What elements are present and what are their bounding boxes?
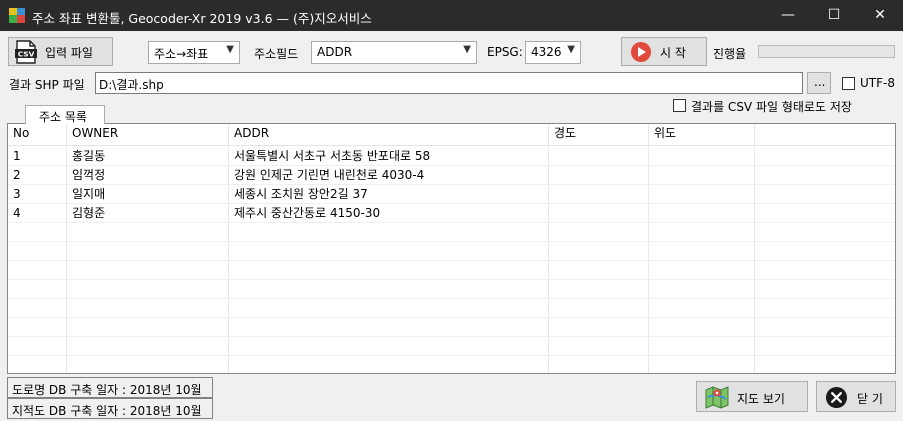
epsg-label: EPSG: (487, 45, 523, 59)
shp-path-input[interactable]: D:\결과.shp (95, 72, 803, 94)
cadastral-db-date: 지적도 DB 구축 일자 : 2018년 10월 (12, 404, 202, 418)
epsg-value: 4326 (531, 45, 562, 59)
play-icon (631, 42, 651, 62)
cell-owner: 임꺽정 (67, 166, 229, 184)
column-header-latitude[interactable]: 위도 (649, 124, 755, 145)
empty-row (8, 356, 895, 373)
cell-addr: 서울특별시 서초구 서초동 반포대로 58 (229, 147, 549, 165)
table-row[interactable]: 3 일지매 세종시 조치원 장안2길 37 (8, 185, 895, 204)
empty-row (8, 223, 895, 242)
address-field-select[interactable]: ADDR ▼ (311, 41, 477, 64)
cell-addr: 강원 인제군 기린면 내린천로 4030-4 (229, 166, 549, 184)
cell-owner: 김형준 (67, 204, 229, 222)
cell-no: 1 (8, 147, 67, 165)
map-view-button[interactable]: 지도 보기 (696, 381, 808, 412)
utf8-checkbox[interactable] (842, 77, 855, 90)
shp-path-value: D:\결과.shp (99, 78, 164, 92)
empty-row (8, 337, 895, 356)
road-db-date: 도로명 DB 구축 일자 : 2018년 10월 (12, 383, 202, 397)
column-header-addr[interactable]: ADDR (229, 124, 549, 145)
close-button[interactable]: 닫 기 (816, 381, 896, 412)
csv-export-checkbox[interactable] (673, 99, 686, 112)
column-header-owner[interactable]: OWNER (67, 124, 229, 145)
cell-no: 4 (8, 204, 67, 222)
cell-no: 2 (8, 166, 67, 184)
mode-value: 주소→좌표 (154, 47, 209, 61)
title-bar[interactable]: 주소 좌표 변환툴, Geocoder-Xr 2019 v3.6 — (주)지오… (0, 0, 903, 31)
map-view-label: 지도 보기 (737, 392, 785, 406)
cell-addr: 세종시 조치원 장안2길 37 (229, 185, 549, 203)
close-label: 닫 기 (857, 392, 883, 406)
chevron-down-icon: ▼ (226, 44, 234, 55)
address-table[interactable]: No OWNER ADDR 경도 위도 1 홍길동 서울특별시 서초구 서초동 … (7, 123, 896, 374)
cell-owner: 일지매 (67, 185, 229, 203)
cell-owner: 홍길동 (67, 147, 229, 165)
csv-file-icon: CSV (15, 40, 37, 64)
maximize-button[interactable]: ☐ (811, 0, 857, 31)
cell-longitude (549, 166, 649, 184)
window-title: 주소 좌표 변환툴, Geocoder-Xr 2019 v3.6 — (주)지오… (32, 11, 372, 26)
close-icon (825, 386, 848, 409)
cell-latitude (649, 204, 755, 222)
cell-longitude (549, 204, 649, 222)
table-row[interactable]: 4 김형준 제주시 중산간동로 4150-30 (8, 204, 895, 223)
cell-addr: 제주시 중산간동로 4150-30 (229, 204, 549, 222)
csv-icon-text: CSV (18, 50, 35, 59)
empty-row (8, 280, 895, 299)
cell-latitude (649, 166, 755, 184)
input-file-label: 입력 파일 (45, 46, 93, 60)
progress-bar (758, 45, 895, 58)
address-field-label: 주소필드 (254, 47, 299, 61)
close-window-button[interactable]: ✕ (857, 0, 903, 31)
empty-row (8, 299, 895, 318)
cell-longitude (549, 185, 649, 203)
chevron-down-icon: ▼ (567, 44, 575, 55)
table-header: No OWNER ADDR 경도 위도 (8, 124, 895, 146)
cell-latitude (649, 147, 755, 165)
road-db-status: 도로명 DB 구축 일자 : 2018년 10월 (7, 377, 213, 398)
empty-row (8, 318, 895, 337)
cell-no: 3 (8, 185, 67, 203)
map-icon (705, 386, 729, 409)
start-button[interactable]: 시 작 (621, 37, 707, 66)
cell-longitude (549, 147, 649, 165)
utf8-label: UTF-8 (860, 76, 895, 90)
address-field-value: ADDR (317, 45, 353, 59)
table-row[interactable]: 2 임꺽정 강원 인제군 기린면 내린천로 4030-4 (8, 166, 895, 185)
tab-address-list-label: 주소 목록 (39, 110, 87, 124)
minimize-button[interactable]: — (765, 0, 811, 31)
browse-label: ... (814, 75, 826, 89)
chevron-down-icon: ▼ (463, 44, 471, 55)
progress-label: 진행율 (713, 47, 747, 61)
epsg-select[interactable]: 4326 ▼ (525, 41, 581, 64)
csv-export-label: 결과를 CSV 파일 형태로도 저장 (691, 100, 852, 114)
browse-button[interactable]: ... (807, 72, 831, 94)
shp-file-label: 결과 SHP 파일 (9, 78, 85, 92)
app-icon (9, 8, 25, 23)
start-label: 시 작 (660, 46, 686, 60)
cell-latitude (649, 185, 755, 203)
cadastral-db-status: 지적도 DB 구축 일자 : 2018년 10월 (7, 398, 213, 419)
table-row[interactable]: 1 홍길동 서울특별시 서초구 서초동 반포대로 58 (8, 147, 895, 166)
tab-address-list[interactable]: 주소 목록 (25, 105, 105, 124)
column-header-no[interactable]: No (8, 124, 67, 145)
mode-select[interactable]: 주소→좌표 ▼ (148, 41, 240, 64)
input-file-button[interactable]: CSV 입력 파일 (8, 37, 113, 66)
empty-row (8, 242, 895, 261)
column-header-longitude[interactable]: 경도 (549, 124, 649, 145)
empty-row (8, 261, 895, 280)
